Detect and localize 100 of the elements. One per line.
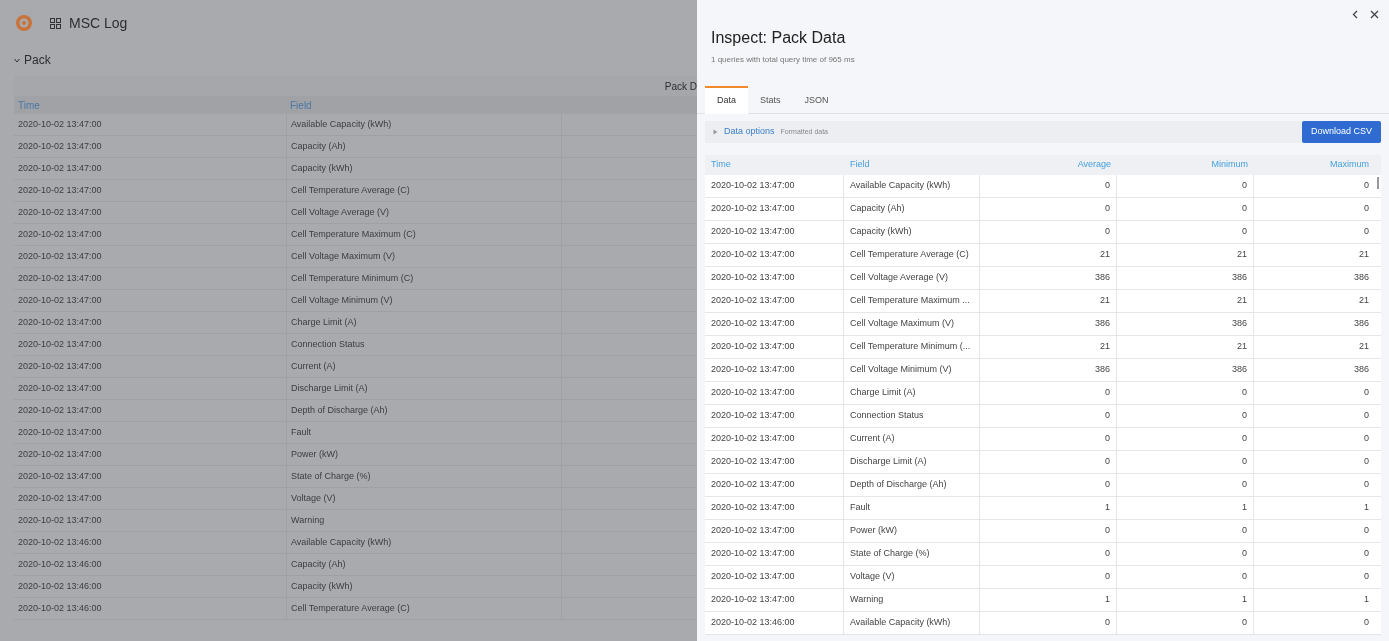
table-cell: 21 [980, 244, 1117, 266]
column-header[interactable]: Maximum [1254, 158, 1375, 172]
table-cell: Cell Temperature Average (C) [286, 180, 562, 201]
table-cell: 21 [1117, 290, 1254, 312]
table-cell: Charge Limit (A) [844, 382, 980, 404]
table-cell-text: 0 [1363, 386, 1370, 400]
table-cell: Cell Voltage Minimum (V) [286, 290, 562, 311]
table-cell-text: 0 [1363, 524, 1370, 538]
table-cell: Capacity (Ah) [286, 136, 562, 157]
column-header[interactable]: Field [844, 158, 980, 172]
table-cell: 0 [1117, 474, 1254, 496]
table-cell: 21 [980, 290, 1117, 312]
table-cell: 0 [1117, 566, 1254, 588]
panel-title[interactable]: Pack D [664, 78, 697, 94]
table-cell: 386 [1117, 313, 1254, 335]
table-cell-text: 2020-10-02 13:47:00 [17, 469, 103, 483]
table-cell-text: 0 [1363, 432, 1370, 446]
table-cell: 1 [980, 497, 1117, 519]
table-cell-text: 2020-10-02 13:47:00 [17, 337, 103, 351]
table-cell: 0 [980, 520, 1117, 542]
table-cell-text: 2020-10-02 13:47:00 [17, 403, 103, 417]
table-cell: 386 [980, 267, 1117, 289]
table-cell-text: 2020-10-02 13:47:00 [17, 249, 103, 263]
column-header[interactable]: Minimum [1117, 158, 1254, 172]
table-cell: State of Charge (%) [844, 543, 980, 565]
table-cell: State of Charge (%) [286, 466, 562, 487]
table-cell: 1 [980, 589, 1117, 611]
table-cell: Cell Temperature Average (C) [286, 598, 562, 619]
table-cell: 0 [980, 474, 1117, 496]
table-cell: 0 [1117, 612, 1254, 634]
table-cell: 0 [980, 405, 1117, 427]
dashboard-title[interactable]: MSC Log [69, 12, 128, 34]
table-cell-text: 2020-10-02 13:47:00 [17, 381, 103, 395]
table-cell: Power (kW) [844, 520, 980, 542]
table-cell: Capacity (kWh) [844, 221, 980, 243]
table-cell: Connection Status [286, 334, 562, 355]
chevron-icon[interactable] [14, 57, 20, 63]
column-header[interactable]: Time [705, 158, 844, 172]
table-cell: 2020-10-02 13:47:00 [705, 244, 844, 266]
table-cell: 2020-10-02 13:47:00 [705, 359, 844, 381]
table-cell: 0 [1117, 382, 1254, 404]
table-cell: 0 [980, 451, 1117, 473]
table-cell: 0 [980, 175, 1117, 197]
table-cell-text: 0 [1363, 179, 1370, 193]
row-title[interactable]: Pack [24, 51, 51, 69]
table-cell: 2020-10-02 13:47:00 [705, 267, 844, 289]
tab[interactable]: Stats [748, 86, 793, 114]
table-cell-text: 0 [1363, 478, 1370, 492]
table-cell: 0 [1117, 451, 1254, 473]
table-cell-text: 386 [1352, 271, 1370, 285]
table-cell-text: 2020-10-02 13:47:00 [17, 425, 103, 439]
table-cell: 2020-10-02 13:47:00 [705, 336, 844, 358]
table-cell: 2020-10-02 13:47:00 [705, 589, 844, 611]
download-csv-button[interactable]: Download CSV [1301, 121, 1381, 143]
table-cell: Fault [286, 422, 562, 443]
drawer-title: Inspect: Pack Data [711, 28, 847, 48]
close-icon[interactable] [1370, 10, 1379, 19]
table-cell-text: 0 [1363, 570, 1370, 584]
table-cell: 2020-10-02 13:47:00 [705, 451, 844, 473]
table-cell: 1 [1117, 497, 1254, 519]
collapse-icon[interactable] [1352, 10, 1358, 19]
table-cell-text: 2020-10-02 13:47:00 [17, 293, 103, 307]
table-cell: Cell Voltage Average (V) [844, 267, 980, 289]
table-cell-text: 1 [1363, 501, 1370, 515]
column-header[interactable]: Average [980, 158, 1117, 172]
table-cell-text: 2020-10-02 13:46:00 [17, 601, 103, 615]
tab[interactable]: Data [705, 86, 748, 114]
table-cell: Cell Voltage Average (V) [286, 202, 562, 223]
table-cell: 0 [1117, 520, 1254, 542]
table-cell: Discharge Limit (A) [844, 451, 980, 473]
table-cell: 2020-10-02 13:47:00 [705, 221, 844, 243]
table-cell: 386 [980, 313, 1117, 335]
table-cell: 386 [1117, 359, 1254, 381]
table-cell: 386 [980, 359, 1117, 381]
table-cell: 0 [980, 612, 1117, 634]
table-cell: 0 [980, 198, 1117, 220]
table-cell: 21 [1117, 244, 1254, 266]
data-options-toggle[interactable]: Data options [724, 125, 775, 139]
table-cell: Capacity (kWh) [286, 576, 562, 597]
table-cell-text: 2020-10-02 13:47:00 [17, 491, 103, 505]
table-cell: Depth of Discharge (Ah) [844, 474, 980, 496]
table-cell: Available Capacity (kWh) [286, 114, 562, 135]
table-cell-text: 21 [1358, 294, 1370, 308]
table-cell: Capacity (kWh) [286, 158, 562, 179]
table-cell: 2020-10-02 13:47:00 [705, 543, 844, 565]
table-cell-text: 2020-10-02 13:46:00 [17, 579, 103, 593]
table-cell-text: 2020-10-02 13:47:00 [17, 271, 103, 285]
table-cell: Discharge Limit (A) [286, 378, 562, 399]
table-cell-text: 0 [1363, 202, 1370, 216]
table-cell: Warning [286, 510, 562, 531]
table-cell: 2020-10-02 13:47:00 [705, 474, 844, 496]
table-cell-text: 0 [1363, 409, 1370, 423]
table-cell: Cell Temperature Minimum (C) [286, 268, 562, 289]
table-cell-text: 0 [1363, 455, 1370, 469]
table-cell: 0 [980, 382, 1117, 404]
table-cell-text: 21 [1358, 340, 1370, 354]
query-info: 1 queries with total query time of 965 ms [711, 54, 856, 66]
table-cell: 2020-10-02 13:47:00 [705, 290, 844, 312]
table-cell: Warning [844, 589, 980, 611]
tab[interactable]: JSON [792, 86, 841, 114]
